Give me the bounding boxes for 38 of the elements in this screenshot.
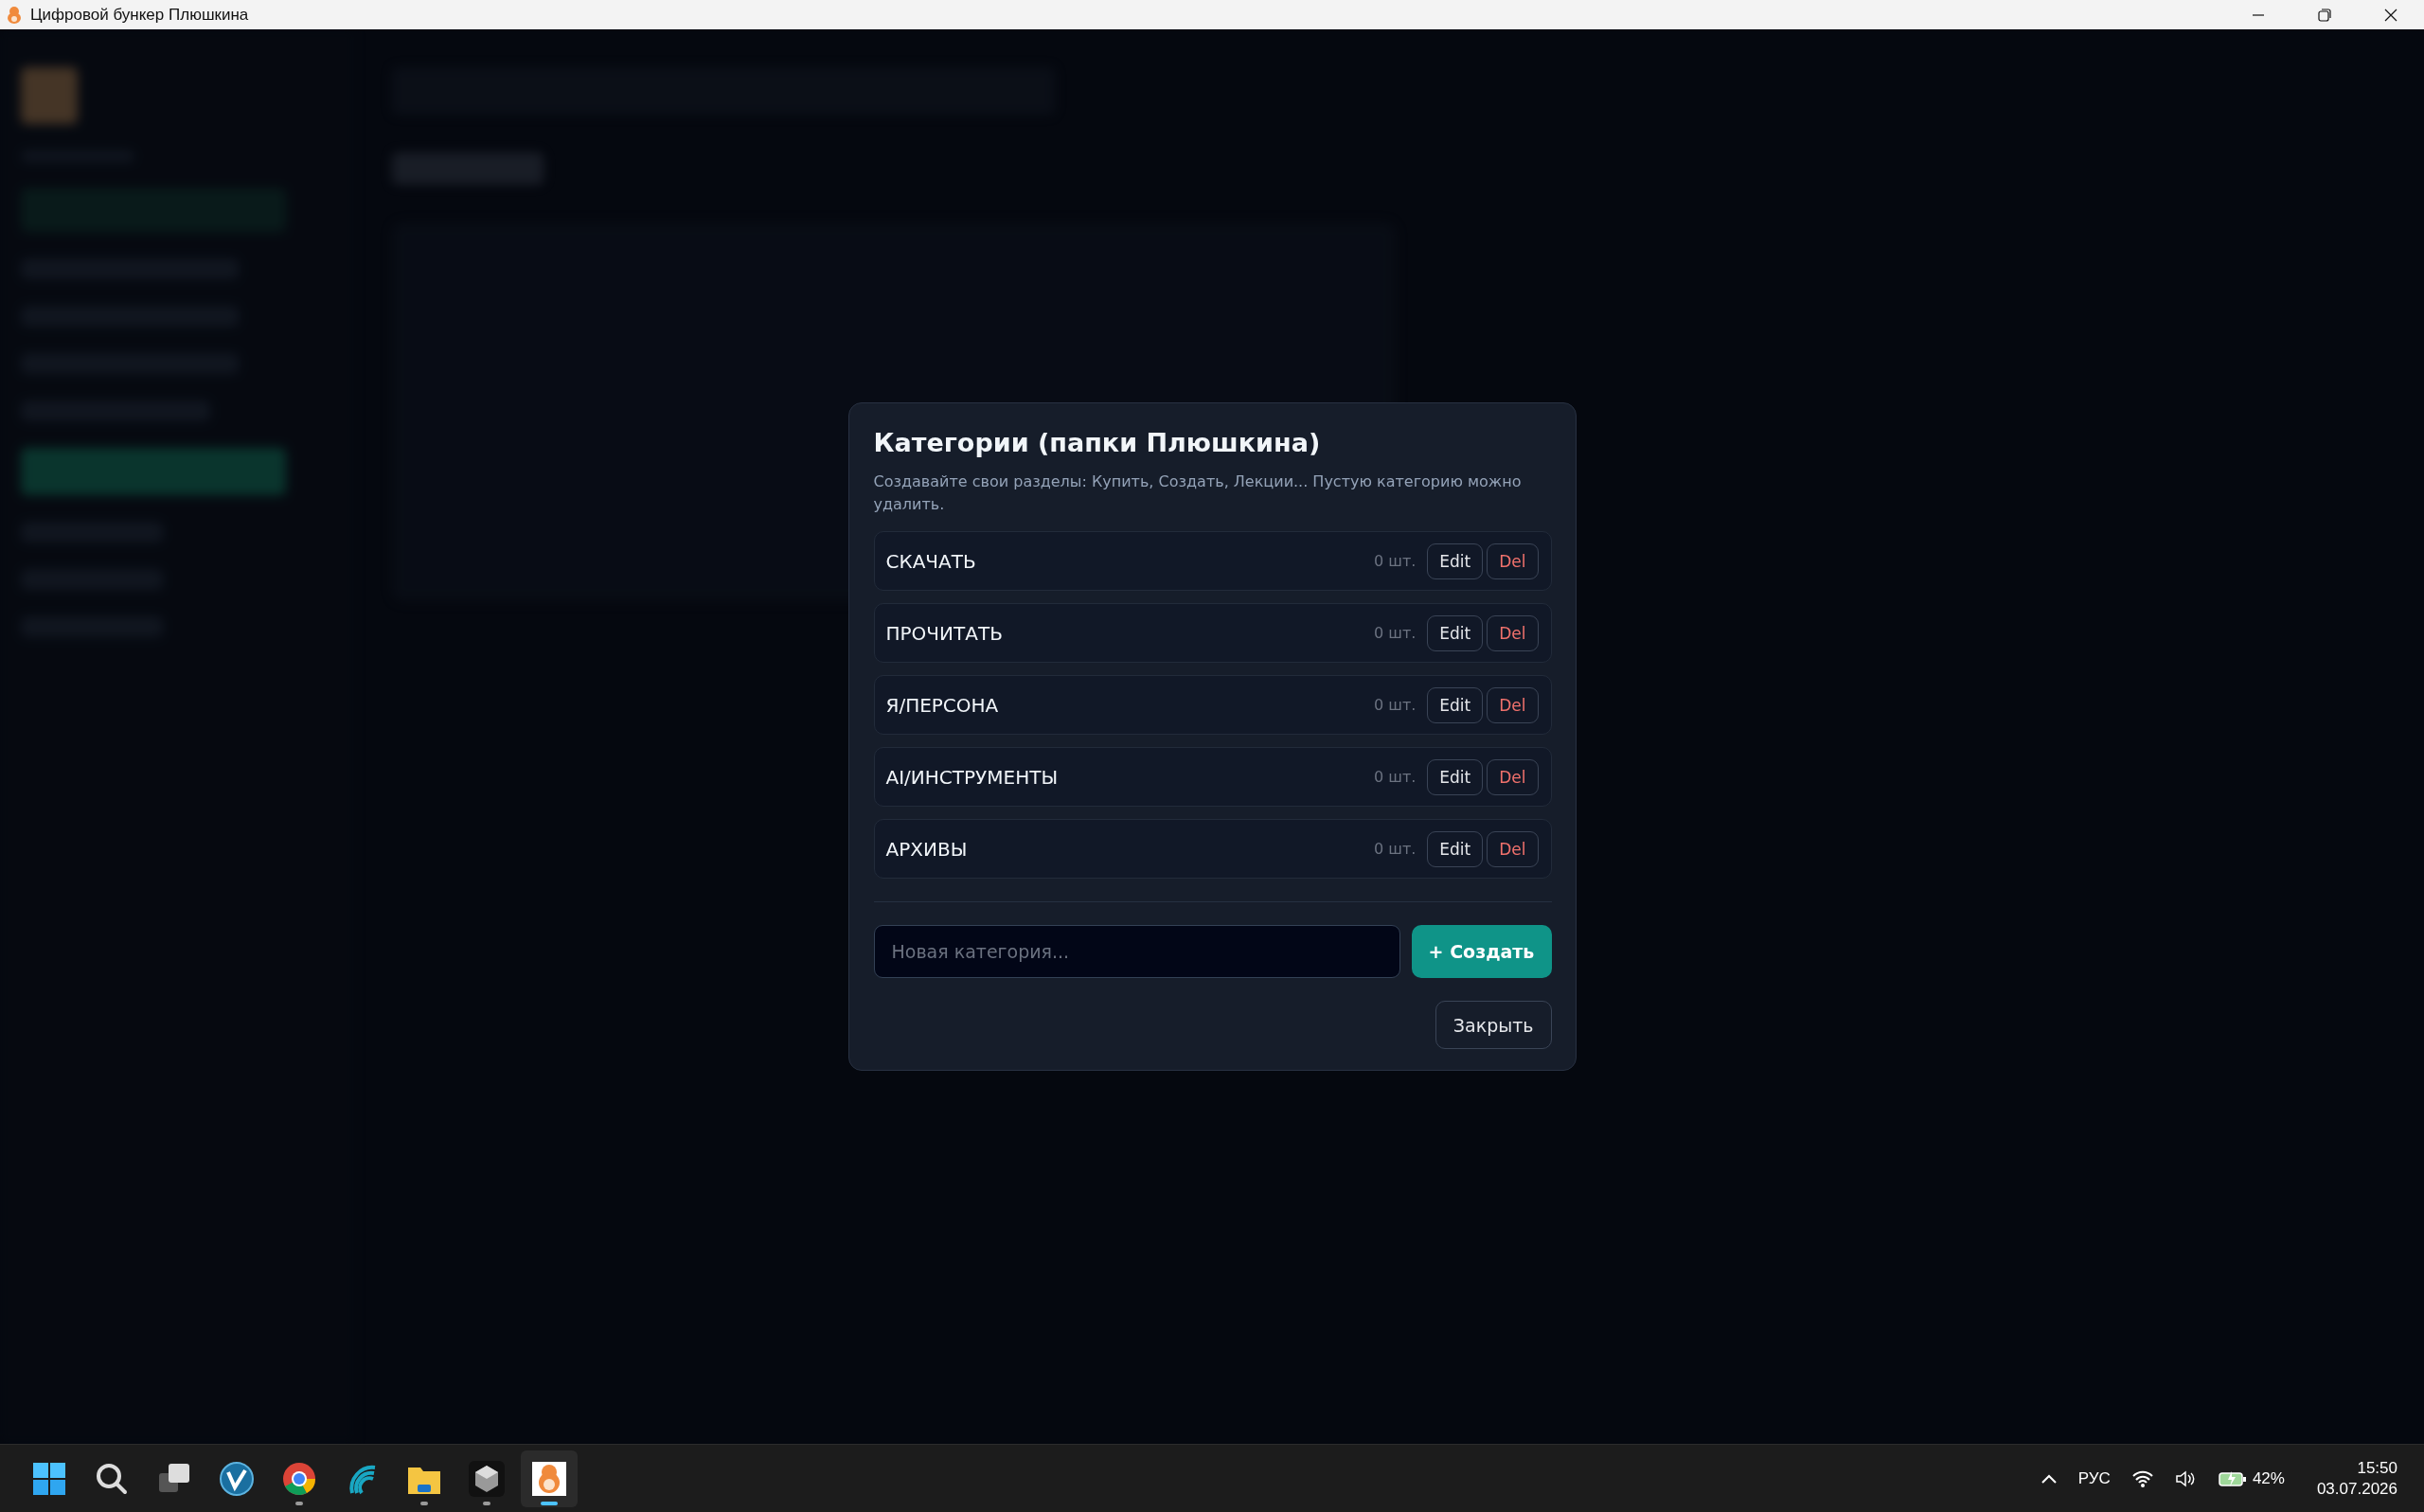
dialog-description: Создавайте свои разделы: Купить, Создать, Лекции... Пустую категорию можно удалить. [873,471,1523,515]
clock-time[interactable]: 15:50 [2357,1458,2397,1478]
close-dialog-button[interactable]: Закрыть [1435,1001,1552,1049]
delete-button[interactable]: Del [1487,758,1539,795]
delete-button[interactable]: Del [1487,614,1539,651]
create-button[interactable]: + Создать [1411,925,1552,978]
category-name: AI/ИНСТРУМЕНТЫ [885,765,1059,789]
delete-button[interactable]: Del [1487,830,1539,867]
delete-button[interactable]: Del [1487,543,1539,579]
wifi-icon[interactable] [2130,1468,2154,1488]
edit-button[interactable]: Edit [1427,543,1484,579]
edit-button[interactable]: Edit [1427,686,1484,723]
delete-button[interactable]: Del [1487,686,1539,723]
item-count: 0 шт. [1374,768,1417,786]
item-count: 0 шт. [1374,840,1417,858]
cube-icon[interactable] [468,1459,506,1498]
edit-button[interactable]: Edit [1427,758,1484,795]
battery-percent: 42% [2252,1468,2285,1488]
chevron-up-icon[interactable] [2040,1472,2058,1485]
edit-button[interactable]: Edit [1427,614,1484,651]
category-name: АРХИВЫ [885,837,968,861]
hamster-app-icon [6,5,23,25]
v-logo-icon[interactable] [218,1459,256,1498]
new-category-field[interactable]: Новая категория... [873,925,1400,978]
item-count: 0 шт. [1374,696,1417,714]
dialog-title: Категории (папки Плюшкина) [873,428,1322,457]
language-indicator[interactable]: РУС [2077,1468,2111,1488]
close-icon[interactable] [2383,7,2398,23]
category-name: Я/ПЕРСОНА [885,693,999,717]
item-count: 0 шт. [1374,624,1417,642]
restore-icon[interactable] [2317,7,2332,23]
edit-button[interactable]: Edit [1427,830,1484,867]
clock-date[interactable]: 03.07.2026 [2316,1479,2397,1499]
window-title: Цифровой бункер Плюшкина [30,5,249,25]
category-name: ПРОЧИТАТЬ [885,621,1003,645]
item-count: 0 шт. [1374,552,1417,570]
category-name: СКАЧАТЬ [885,549,976,573]
hamster-app-icon[interactable] [530,1459,568,1498]
